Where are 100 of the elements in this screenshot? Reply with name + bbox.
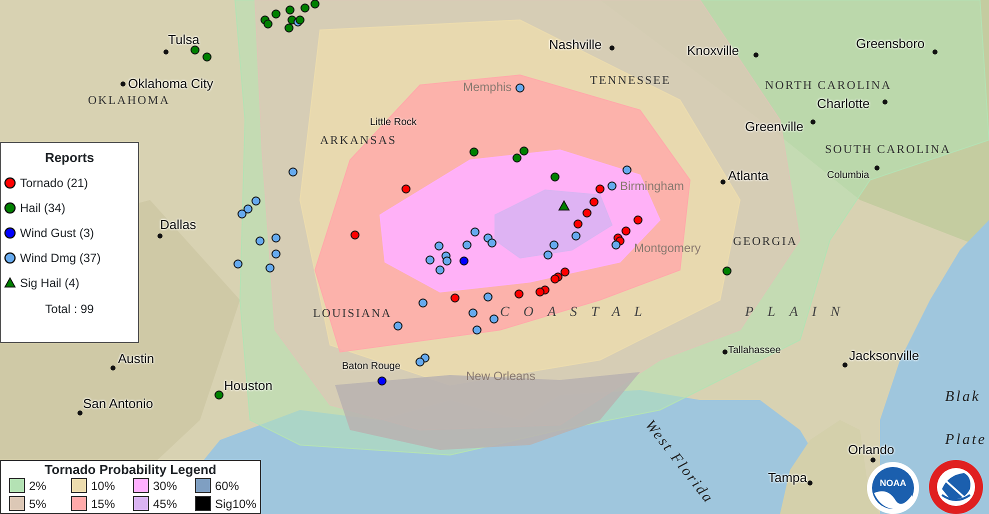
report-marker — [722, 266, 732, 276]
state-label: LOUISIANA — [313, 307, 392, 319]
report-marker — [350, 230, 360, 240]
weather-service-logo — [928, 459, 984, 514]
city-label: Oklahoma City — [128, 77, 214, 90]
report-marker — [572, 232, 580, 240]
city-label: San Antonio — [83, 397, 154, 410]
report-marker — [550, 274, 560, 284]
city-label: Knoxville — [687, 44, 740, 57]
legend-title: Reports — [44, 149, 96, 167]
state-label: SOUTH CAROLINA — [825, 143, 951, 155]
state-label: TENNESSEE — [590, 74, 671, 86]
report-marker — [488, 238, 496, 248]
report-marker — [622, 226, 630, 236]
city-label: Greensboro — [856, 37, 925, 50]
report-marker — [202, 52, 212, 62]
city-label: Tulsa — [168, 33, 200, 46]
city-label: Columbia — [827, 171, 870, 181]
report-marker — [550, 172, 560, 182]
city-dot — [842, 362, 848, 368]
report-marker — [238, 210, 246, 218]
report-marker — [512, 154, 522, 162]
sea-label: Plate — [945, 433, 987, 448]
city-dot — [810, 120, 816, 124]
report-marker — [490, 314, 498, 324]
city-label: Dallas — [160, 218, 196, 231]
city-label: Baton Rouge — [342, 362, 400, 372]
report-marker — [590, 198, 598, 206]
city-label: Houston — [224, 379, 272, 392]
report-marker — [418, 298, 428, 308]
city-dot — [754, 52, 758, 58]
report-marker — [434, 242, 444, 250]
city-dot — [158, 234, 162, 238]
city-label: Austin — [118, 352, 154, 365]
report-marker — [470, 228, 480, 236]
report-marker — [582, 208, 592, 218]
city-dot — [874, 166, 880, 170]
state-label: NORTH CAROLINA — [765, 79, 892, 91]
city-label: Tampa — [768, 471, 808, 484]
city-dot — [808, 480, 812, 486]
city-label: Jacksonville — [849, 349, 920, 362]
report-marker — [436, 266, 444, 274]
report-marker — [296, 16, 304, 24]
state-label: GEORGIA — [733, 235, 798, 247]
report-marker — [288, 168, 298, 176]
total-count: Total : 99 — [45, 302, 94, 316]
legend-label: 15% — [91, 496, 116, 510]
sig-hail-marker — [558, 200, 570, 210]
legend-label: 10% — [91, 478, 116, 492]
report-marker — [394, 322, 402, 330]
legend-label: Hail (34) — [20, 200, 66, 216]
report-marker — [256, 236, 264, 246]
report-marker — [442, 256, 452, 266]
city-label: Greenville — [745, 120, 804, 133]
report-marker — [272, 234, 280, 242]
city-dot — [164, 50, 168, 54]
legend-label: 2% — [29, 478, 46, 492]
report-marker — [484, 292, 492, 302]
report-marker — [468, 308, 478, 318]
city-dot — [120, 82, 126, 86]
report-marker — [234, 260, 242, 268]
report-marker — [214, 390, 224, 400]
city-dot — [78, 410, 82, 416]
legend-label: Tornado (21) — [20, 174, 88, 192]
report-marker — [426, 256, 434, 264]
city-label: Atlanta — [728, 169, 768, 182]
legend-label: 30% — [153, 478, 178, 492]
legend-label: Wind Dmg (37) — [20, 250, 101, 266]
state-label: ARKANSAS — [320, 134, 397, 146]
report-marker — [252, 196, 260, 206]
city-label: Orlando — [848, 443, 894, 456]
legend-label: 45% — [153, 496, 178, 510]
report-marker — [514, 290, 524, 298]
report-marker — [300, 4, 310, 12]
report-marker — [596, 184, 604, 194]
report-marker — [634, 216, 642, 224]
noaa-logo: NOAA — [866, 461, 920, 514]
legend-label: Sig Hail (4) — [20, 274, 80, 292]
region-label: PLAIN — [745, 306, 854, 320]
report-marker — [416, 358, 424, 366]
legend-label: Wind Gust (3) — [20, 224, 94, 242]
report-marker — [264, 20, 272, 28]
city-label: Little Rock — [370, 118, 417, 128]
city-label: Nashville — [549, 38, 602, 51]
report-marker — [622, 166, 632, 174]
city-label: Montgomery — [634, 242, 701, 254]
city-dot — [720, 180, 726, 184]
report-marker — [450, 294, 460, 302]
report-marker — [462, 240, 472, 250]
report-marker — [460, 256, 468, 266]
city-dot — [870, 458, 876, 462]
report-marker — [272, 250, 280, 258]
city-dot — [610, 46, 614, 50]
report-marker — [574, 220, 582, 228]
report-marker — [472, 326, 482, 334]
city-dot — [722, 350, 728, 354]
report-marker — [284, 24, 294, 32]
city-label: Memphis — [463, 81, 512, 93]
report-marker — [310, 0, 320, 8]
report-marker — [402, 184, 410, 194]
